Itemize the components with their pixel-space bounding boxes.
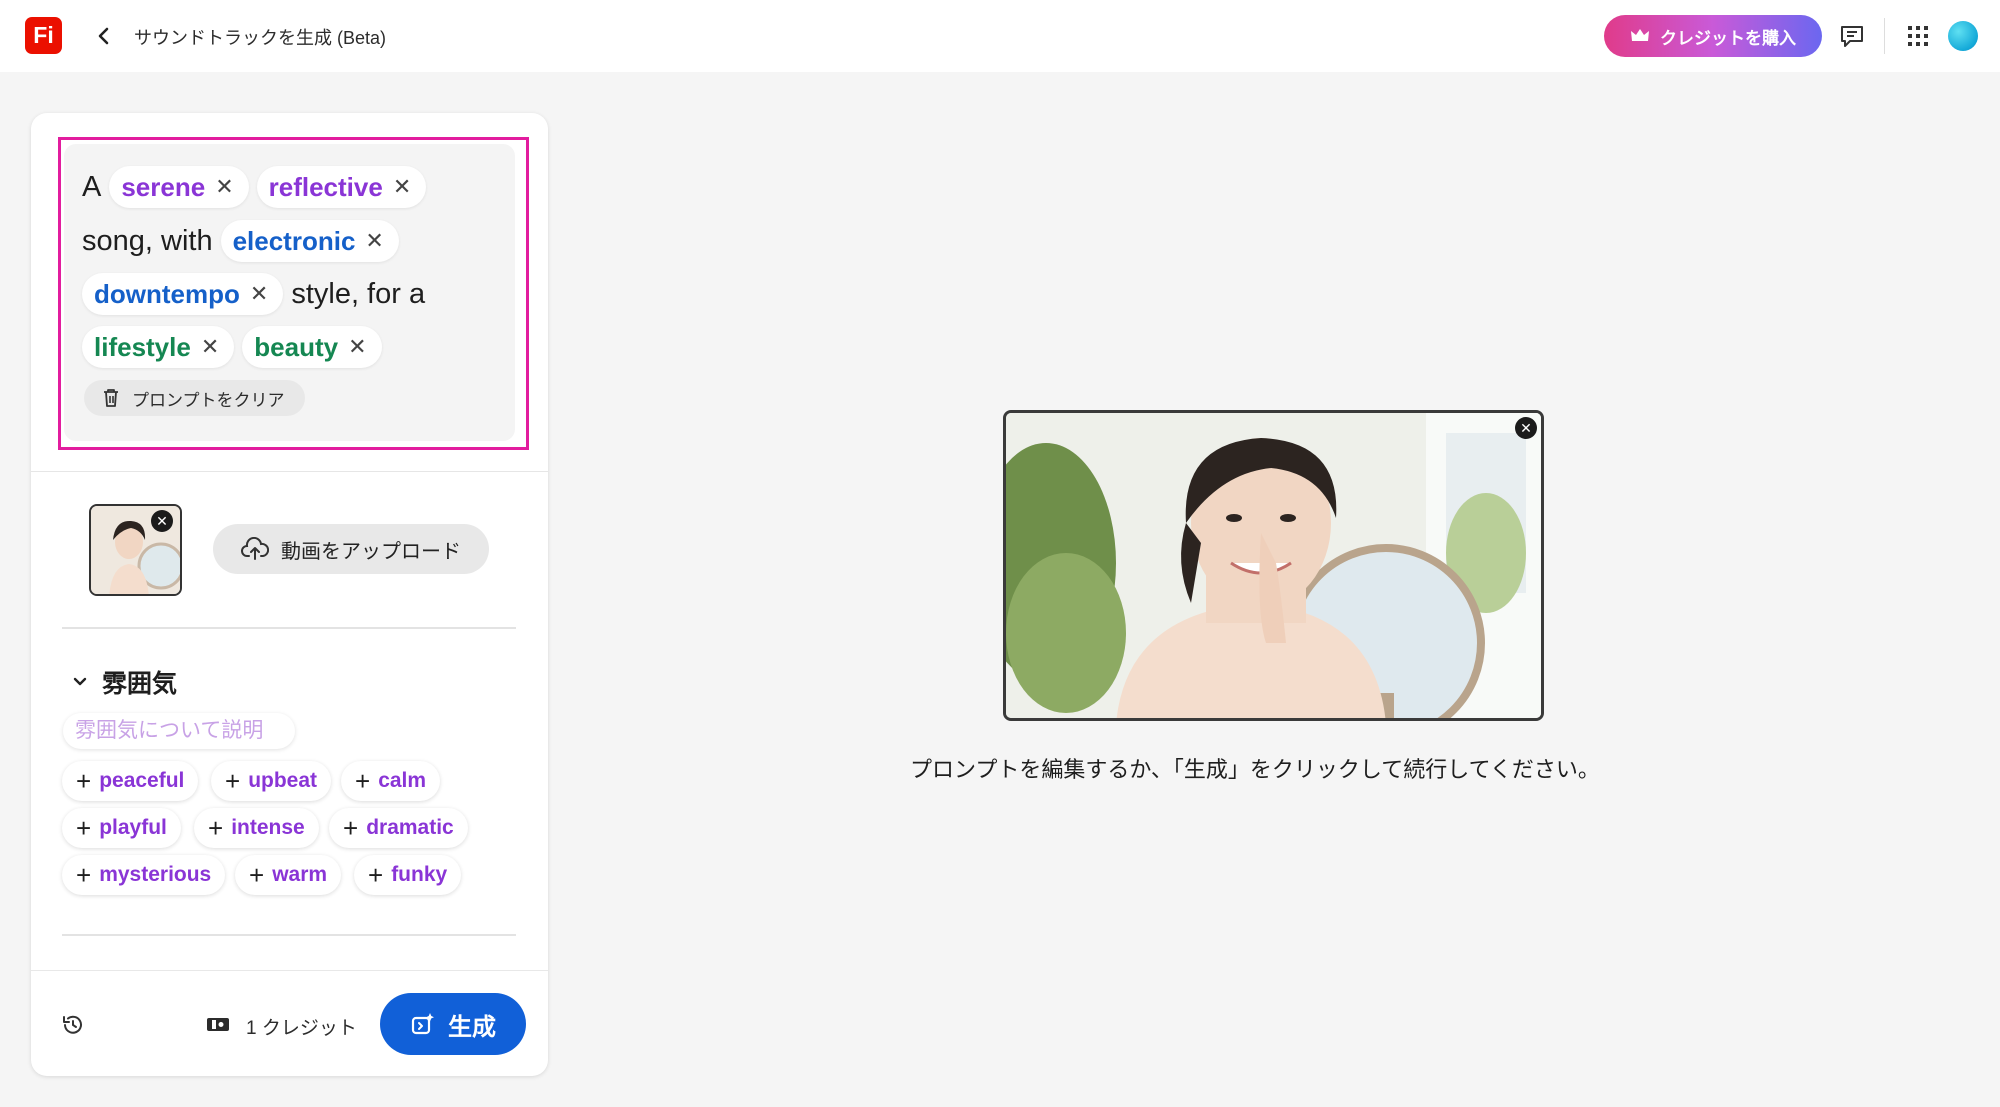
upload-video-button[interactable]: 動画をアップロード xyxy=(213,524,489,574)
plus-icon: + xyxy=(208,813,224,843)
generate-icon xyxy=(411,1013,434,1035)
mood-tag-label: dramatic xyxy=(366,816,454,839)
prompt-line-4: lifestyle ✕ beauty ✕ xyxy=(82,326,382,368)
mood-section-toggle[interactable]: 雰囲気 xyxy=(72,664,177,700)
prompt-line-3: downtempo ✕ style, for a xyxy=(82,273,425,315)
footer-divider xyxy=(31,970,548,971)
history-icon[interactable] xyxy=(60,1012,86,1038)
divider xyxy=(31,471,548,472)
prompt-word: song, with xyxy=(82,224,213,257)
plus-icon: + xyxy=(76,860,92,890)
chip-label: electronic xyxy=(232,225,356,256)
plus-icon: + xyxy=(76,813,92,843)
plus-icon: + xyxy=(76,766,92,796)
clear-prompt-button[interactable]: プロンプトをクリア xyxy=(84,380,305,416)
mood-tag-upbeat[interactable]: + upbeat xyxy=(211,761,332,801)
close-icon[interactable]: ✕ xyxy=(215,176,233,198)
mood-tag-label: calm xyxy=(378,769,427,792)
mood-tag-playful[interactable]: + playful xyxy=(62,808,181,848)
instruction-text: プロンプトを編集するか、「生成」をクリックして続行してください。 xyxy=(910,757,1600,782)
mood-tag-label: upbeat xyxy=(248,769,318,792)
chip-label: beauty xyxy=(254,331,339,362)
clear-prompt-label: プロンプトをクリア xyxy=(132,390,285,410)
chip-label: serene xyxy=(121,171,206,202)
prompt-word: style, for a xyxy=(291,277,426,310)
page-title: サウンドトラックを生成 (Beta) xyxy=(134,28,387,48)
close-icon[interactable]: ✕ xyxy=(365,230,383,252)
chevron-down-icon xyxy=(73,677,87,686)
close-icon[interactable]: ✕ xyxy=(201,336,219,358)
chip-label: lifestyle xyxy=(94,331,191,362)
apps-grid-icon[interactable] xyxy=(1904,22,1932,50)
firefly-logo[interactable]: Fi xyxy=(25,17,62,54)
prompt-chip-downtempo[interactable]: downtempo ✕ xyxy=(82,273,284,315)
feedback-icon[interactable] xyxy=(1838,22,1866,50)
prompt-chip-serene[interactable]: serene ✕ xyxy=(109,166,249,208)
credit-cost-label: 1 クレジット xyxy=(246,1018,357,1039)
mood-tag-peaceful[interactable]: + peaceful xyxy=(62,761,199,801)
prompt-line-2: song, with electronic ✕ xyxy=(82,220,399,262)
close-icon[interactable]: ✕ xyxy=(250,283,268,305)
header-divider xyxy=(1884,18,1885,54)
plus-icon: + xyxy=(225,766,241,796)
cloud-upload-icon xyxy=(241,537,269,560)
prompt-chip-reflective[interactable]: reflective ✕ xyxy=(256,166,427,208)
mood-tag-warm[interactable]: + warm xyxy=(235,855,342,895)
plus-icon: + xyxy=(355,766,371,796)
mood-description-input[interactable]: 雰囲気について説明 xyxy=(63,713,295,749)
prompt-chip-beauty[interactable]: beauty ✕ xyxy=(242,326,382,368)
mood-tag-dramatic[interactable]: + dramatic xyxy=(329,808,468,848)
divider xyxy=(62,934,516,936)
generate-label: 生成 xyxy=(448,1013,496,1041)
chip-label: reflective xyxy=(268,171,383,202)
mood-tag-mysterious[interactable]: + mysterious xyxy=(62,855,226,895)
top-bar: Fi サウンドトラックを生成 (Beta) クレジットを購入 xyxy=(0,0,2000,72)
generate-button[interactable]: 生成 xyxy=(380,993,526,1055)
crown-icon xyxy=(1630,28,1650,44)
plus-icon: + xyxy=(368,860,384,890)
close-icon[interactable]: ✕ xyxy=(393,176,411,198)
prompt-chip-electronic[interactable]: electronic ✕ xyxy=(220,220,399,262)
prompt-line-1: A serene ✕ reflective ✕ xyxy=(82,166,427,208)
credit-icon xyxy=(206,1014,230,1034)
plus-icon: + xyxy=(249,860,265,890)
chip-label: downtempo xyxy=(94,278,240,309)
trash-icon xyxy=(104,389,118,407)
mood-tag-intense[interactable]: + intense xyxy=(194,808,319,848)
video-preview[interactable] xyxy=(1003,410,1544,721)
buy-credits-label: クレジットを購入 xyxy=(1660,28,1796,48)
prompt-chip-lifestyle[interactable]: lifestyle ✕ xyxy=(82,326,235,368)
buy-credits-button[interactable]: クレジットを購入 xyxy=(1604,15,1822,57)
mood-tag-label: intense xyxy=(231,816,305,839)
back-button[interactable] xyxy=(92,22,116,50)
chevron-left-icon xyxy=(98,27,109,45)
prompt-word: A xyxy=(82,170,102,203)
divider xyxy=(62,627,516,629)
avatar[interactable] xyxy=(1948,21,1978,51)
mood-title: 雰囲気 xyxy=(102,670,178,698)
mood-tag-calm[interactable]: + calm xyxy=(341,761,441,801)
remove-preview-button[interactable]: ✕ xyxy=(1515,417,1537,439)
mood-tag-label: warm xyxy=(272,863,328,886)
plus-icon: + xyxy=(343,813,359,843)
upload-video-label: 動画をアップロード xyxy=(281,540,461,563)
mood-tag-label: playful xyxy=(99,816,167,839)
mood-tag-label: mysterious xyxy=(99,863,212,886)
mood-tag-funky[interactable]: + funky xyxy=(354,855,462,895)
mood-tag-label: funky xyxy=(391,863,448,886)
close-icon[interactable]: ✕ xyxy=(348,336,366,358)
mood-tag-label: peaceful xyxy=(99,769,185,792)
remove-video-button[interactable]: ✕ xyxy=(151,510,173,532)
